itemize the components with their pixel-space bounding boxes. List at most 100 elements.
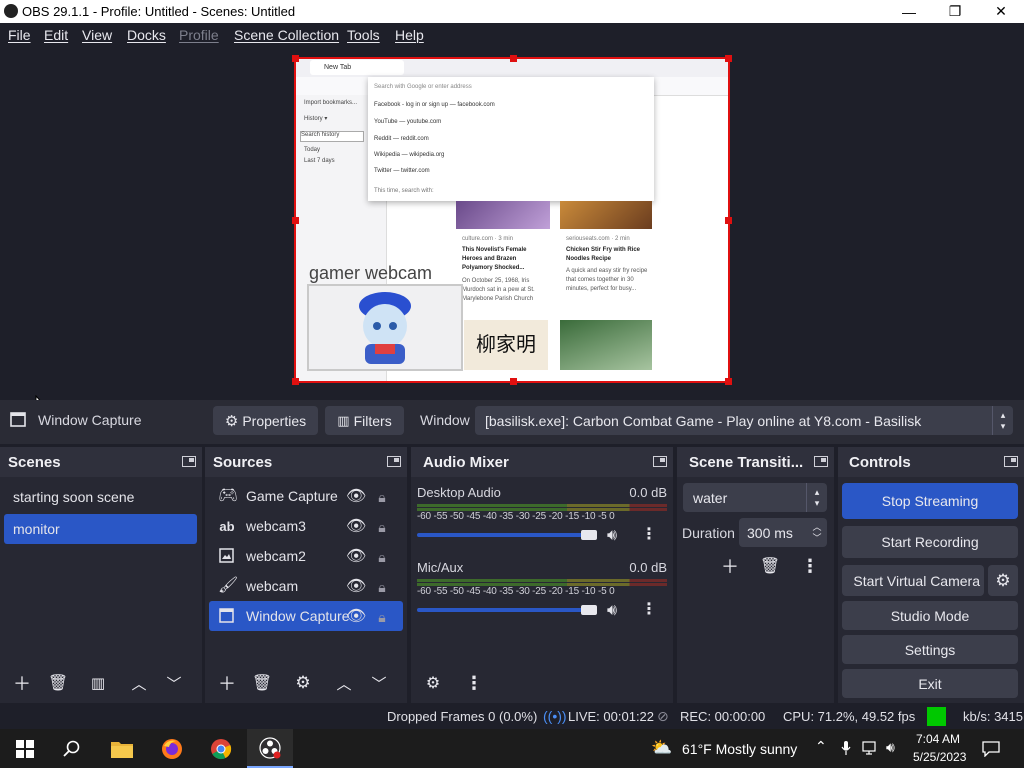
remove-source-button[interactable]: 🗑 [248,670,276,696]
plus-icon: ＋ [13,674,31,694]
dock-float-icon[interactable] [182,456,196,467]
eye-icon[interactable]: 👁︎ [346,519,366,535]
filters-button[interactable]: ▥ Filters [325,406,404,435]
bitrate: kb/s: 3415 [963,709,1023,724]
menu-help[interactable]: Help [395,27,424,43]
file-explorer-button[interactable] [99,729,145,768]
move-scene-down-button[interactable]: ﹀ [160,670,188,696]
chevron-updown-icon[interactable]: ︿ ﹀ [809,518,825,547]
start-recording-button[interactable]: Start Recording [842,526,1018,558]
notification-icon[interactable] [982,741,1000,757]
properties-button[interactable]: ⚙ Properties [213,406,318,435]
eye-icon[interactable]: 👁︎ [346,549,366,565]
add-transition-button[interactable]: ＋ [716,553,744,579]
source-item-window-capture[interactable]: Window Capture [209,601,403,631]
search-button[interactable] [49,729,95,768]
virtual-camera-settings-button[interactable]: ⚙ [988,565,1018,596]
lock-icon[interactable]: 🔒︎ [375,609,389,625]
settings-button[interactable]: Settings [842,635,1018,664]
trash-icon: 🗑 [47,675,69,692]
minimize-button[interactable]: — [886,0,932,23]
volume-slider-handle[interactable] [581,605,597,615]
volume-slider-handle[interactable] [581,530,597,540]
move-source-up-button[interactable]: ︿ [330,670,358,696]
firefox-button[interactable] [149,729,195,768]
clock-date[interactable]: 5/25/2023 [913,750,966,764]
start-button[interactable] [2,729,48,768]
obs-taskbar-button[interactable] [247,729,293,768]
move-scene-up-button[interactable]: ︿ [125,670,153,696]
lock-icon[interactable]: 🔒︎ [375,489,389,505]
eye-icon[interactable]: 👁︎ [346,489,366,505]
scene-item[interactable]: starting soon scene [4,482,197,512]
window-select[interactable]: [basilisk.exe]: Carbon Combat Game - Pla… [475,406,1013,435]
add-source-button[interactable]: ＋ [213,670,241,696]
transition-menu-button[interactable]: ⋮ [796,553,824,579]
resize-handle[interactable] [292,378,299,385]
network-icon[interactable] [862,741,880,755]
speaker-icon[interactable]: 🔊︎ [603,528,621,544]
clock-time[interactable]: 7:04 AM [916,732,960,746]
volume-meter [417,579,667,582]
transition-select-value: water [693,489,728,506]
source-item-webcam2[interactable]: webcam2 [209,541,403,571]
remove-scene-button[interactable]: 🗑 [44,670,72,696]
exit-button[interactable]: Exit [842,669,1018,698]
chevron-up-icon: ︿ [131,675,147,693]
dock-float-icon[interactable] [1004,456,1018,467]
menu-view[interactable]: View [82,27,112,43]
source-item-webcam[interactable]: webcam [209,571,403,601]
start-virtual-camera-button[interactable]: Start Virtual Camera [842,565,984,596]
controls-dock: Controls Stop Streaming Start Recording … [838,447,1024,703]
resize-handle[interactable] [725,217,732,224]
studio-mode-button[interactable]: Studio Mode [842,601,1018,630]
dock-float-icon[interactable] [653,456,667,467]
add-scene-button[interactable]: ＋ [8,670,36,696]
source-item-webcam3[interactable]: webcam3 [209,511,403,541]
transition-select[interactable]: water ▴ ▾ [683,483,827,512]
resize-handle[interactable] [510,55,517,62]
maximize-button[interactable]: ❐ [932,0,978,23]
lock-icon[interactable]: 🔒︎ [375,579,389,595]
chevron-updown-icon: ▴ ▾ [806,483,827,512]
volume-icon[interactable]: 🔊︎ [886,739,895,756]
resize-handle[interactable] [292,217,299,224]
scene-item-selected[interactable]: monitor [4,514,197,544]
stop-streaming-button[interactable]: Stop Streaming [842,483,1018,519]
chevron-up-icon[interactable]: ⌃ [815,738,827,755]
scene-filters-button[interactable]: ▥ [84,670,112,696]
resize-handle[interactable] [510,378,517,385]
source-properties-button[interactable]: ⚙ [289,670,317,696]
menu-docks[interactable]: Docks [127,27,166,43]
speaker-icon[interactable]: 🔊︎ [603,603,621,619]
audio-settings-button[interactable]: ⚙ [419,670,447,696]
eye-icon[interactable]: 👁︎ [346,609,366,625]
weather-text[interactable]: 61°F Mostly sunny [682,741,797,757]
menu-scene-collection[interactable]: Scene Collection [234,27,339,43]
menu-edit[interactable]: Edit [44,27,68,43]
menu-file[interactable]: File [8,27,31,43]
remove-transition-button[interactable]: 🗑 [756,553,784,579]
volume-slider[interactable] [417,533,589,537]
more-options-icon[interactable]: ⋮ [639,527,659,543]
lock-icon[interactable]: 🔒︎ [375,519,389,535]
more-options-icon[interactable]: ⋮ [639,602,659,618]
menu-tools[interactable]: Tools [347,27,380,43]
chrome-button[interactable] [198,729,244,768]
selection-bounding-box[interactable] [292,55,732,385]
resize-handle[interactable] [725,55,732,62]
menu-profile[interactable]: Profile [179,27,219,43]
eye-icon[interactable]: 👁︎ [346,579,366,595]
close-button[interactable]: ✕ [978,0,1024,23]
dock-float-icon[interactable] [387,456,401,467]
lock-icon[interactable]: 🔒︎ [375,549,389,565]
dock-float-icon[interactable] [814,456,828,467]
move-source-down-button[interactable]: ﹀ [365,670,393,696]
duration-spinbox[interactable]: 300 ms ︿ ﹀ [739,518,827,547]
microphone-icon[interactable] [841,740,851,756]
source-item-game-capture[interactable]: Game Capture [209,481,403,511]
resize-handle[interactable] [292,55,299,62]
audio-menu-button[interactable]: ⋮ [460,670,488,696]
volume-slider[interactable] [417,608,589,612]
resize-handle[interactable] [725,378,732,385]
